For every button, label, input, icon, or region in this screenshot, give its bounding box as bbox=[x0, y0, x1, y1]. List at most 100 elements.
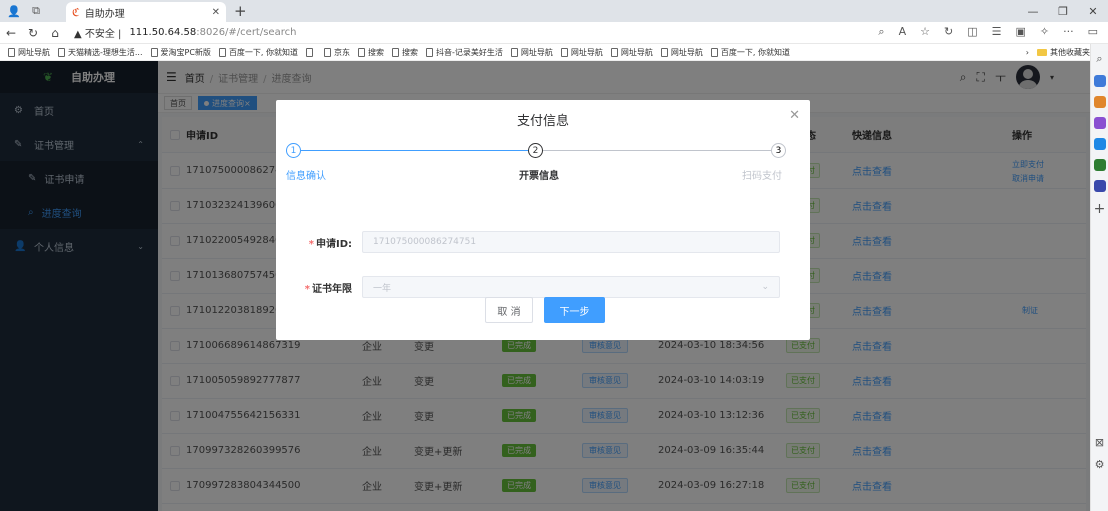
bookmark-label: 百度一下, 你就知道 bbox=[228, 47, 299, 57]
edge-feedback-icon[interactable]: ⊠ bbox=[1095, 436, 1104, 449]
profile-icon[interactable]: 👤 bbox=[6, 3, 22, 19]
apply-id-label: * 申请ID: bbox=[308, 238, 352, 250]
other-bookmarks[interactable]: › 其他收藏夹 bbox=[1019, 44, 1090, 60]
bookmark-item[interactable]: 爱淘宝PC新版 bbox=[150, 47, 211, 58]
bookmark-label: 天猫精选-理想生活... bbox=[68, 47, 143, 57]
folder-icon bbox=[1037, 49, 1047, 56]
bookmark-item[interactable]: 搜索 bbox=[358, 47, 384, 58]
cert-years-select[interactable]: 一年 ⌄ bbox=[362, 276, 780, 298]
edge-people-icon[interactable] bbox=[1093, 117, 1106, 129]
apply-id-input[interactable]: 171075000086274751 bbox=[362, 231, 780, 253]
close-window-icon[interactable]: ✕ bbox=[1078, 5, 1108, 18]
collections-icon[interactable]: ⧉ bbox=[28, 3, 44, 19]
bookmark-item[interactable]: 网址导航 bbox=[660, 47, 703, 58]
apply-id-value: 171075000086274751 bbox=[373, 237, 477, 247]
refresh-circle-icon[interactable]: ↻ bbox=[944, 25, 953, 39]
search-icon[interactable]: ⌕ bbox=[878, 25, 884, 39]
back-icon[interactable]: ← bbox=[0, 26, 22, 40]
steps: 1 2 3 信息确认 开票信息 扫码支付 bbox=[286, 143, 796, 183]
payment-dialog: 支付信息 ✕ 1 2 3 信息确认 开票信息 扫码支付 * 申请ID: 17107… bbox=[276, 100, 810, 340]
address-bar-actions: ⌕ A ☆ ↻ ◫ ☰ ▣ ✧ ··· ▭ bbox=[878, 25, 1098, 39]
step-3-label: 扫码支付 bbox=[742, 171, 782, 182]
extensions-icon[interactable]: ✧ bbox=[1040, 25, 1049, 39]
page-icon bbox=[58, 47, 65, 57]
chevron-right-icon[interactable]: › bbox=[1026, 48, 1029, 57]
step-2-label: 开票信息 bbox=[519, 171, 559, 182]
insecure-label: 不安全 bbox=[84, 29, 115, 40]
dialog-title: 支付信息 bbox=[516, 114, 569, 129]
edge-shopping-icon[interactable] bbox=[1093, 96, 1106, 108]
edge-search-icon[interactable]: ⌕ bbox=[1096, 52, 1102, 66]
sidebar-toggle-icon[interactable]: ▭ bbox=[1088, 25, 1098, 39]
edge-office-icon[interactable] bbox=[1093, 180, 1106, 192]
bookmark-item[interactable]: 百度一下, 你就知道 bbox=[710, 47, 791, 58]
bookmark-label: 百度一下, 你就知道 bbox=[720, 47, 791, 57]
step-2-circle: 2 bbox=[528, 143, 543, 158]
step-3-circle: 3 bbox=[771, 143, 786, 158]
bookmark-label: 网址导航 bbox=[18, 47, 50, 57]
bookmark-item[interactable]: 网址导航 bbox=[560, 47, 603, 58]
edge-add-icon[interactable]: + bbox=[1094, 201, 1106, 217]
page-icon bbox=[392, 47, 400, 57]
bookmark-label: 京东 bbox=[334, 47, 351, 57]
bookmark-item[interactable]: 搜索 bbox=[392, 47, 418, 58]
url-host: 111.50.64.58 bbox=[129, 27, 197, 38]
page-icon bbox=[610, 47, 618, 57]
page-icon bbox=[426, 47, 434, 57]
bookmarks-bar: 网址导航 天猫精选-理想生活... 爱淘宝PC新版 百度一下, 你就知道 京东 搜索 搜索 抖… bbox=[0, 44, 1090, 61]
bookmark-item[interactable]: 天猫精选-理想生活... bbox=[58, 47, 143, 58]
edge-excel-icon[interactable] bbox=[1093, 159, 1106, 171]
bookmark-item[interactable]: 抖音-记录美好生活 bbox=[426, 47, 503, 58]
refresh-icon[interactable]: ↻ bbox=[22, 26, 44, 40]
restore-icon[interactable]: ❐ bbox=[1048, 5, 1078, 18]
bookmark-label: 网址导航 bbox=[670, 47, 703, 57]
more-icon[interactable]: ··· bbox=[1063, 25, 1074, 39]
url-field[interactable]: 111.50.64.58:8026/#/cert/search bbox=[129, 27, 296, 38]
step-2-line bbox=[543, 150, 771, 151]
page-icon bbox=[560, 47, 568, 57]
bookmark-item[interactable]: 京东 bbox=[324, 47, 350, 58]
page-icon bbox=[324, 47, 332, 57]
page-icon bbox=[510, 47, 518, 57]
new-tab-icon[interactable]: + bbox=[234, 2, 247, 20]
next-step-button[interactable]: 下一步 bbox=[544, 297, 605, 323]
cancel-button[interactable]: 取 消 bbox=[485, 297, 533, 323]
cert-years-label: * 证书年限 bbox=[304, 283, 352, 295]
browser-tab[interactable]: ℭ 自助办理 ✕ bbox=[66, 2, 226, 22]
bookmark-item[interactable]: 百度一下, 你就知道 bbox=[218, 47, 299, 58]
chevron-down-icon: ⌄ bbox=[761, 282, 769, 292]
bookmark-item[interactable]: 网址导航 bbox=[8, 47, 50, 58]
form-row-cert-years: * 证书年限 一年 ⌄ bbox=[300, 276, 780, 298]
form-row-apply-id: * 申请ID: 171075000086274751 bbox=[300, 231, 780, 253]
bookmark-item[interactable] bbox=[306, 47, 316, 57]
collections-button-icon[interactable]: ▣ bbox=[1015, 25, 1025, 39]
bookmark-item[interactable]: 网址导航 bbox=[610, 47, 653, 58]
page-icon bbox=[660, 47, 668, 57]
favorites-icon[interactable]: ☰ bbox=[992, 25, 1002, 39]
bookmark-label: 搜索 bbox=[402, 47, 419, 57]
home-icon[interactable]: ⌂ bbox=[44, 26, 66, 40]
bookmark-label: 搜索 bbox=[368, 47, 385, 57]
step-1-line bbox=[301, 150, 528, 151]
tab-title: 自助办理 bbox=[84, 8, 125, 20]
edge-outlook-icon[interactable] bbox=[1093, 138, 1106, 150]
window-controls: — ❐ ✕ bbox=[1018, 0, 1108, 22]
cert-years-value: 一年 bbox=[373, 283, 392, 294]
close-icon[interactable]: ✕ bbox=[789, 108, 800, 123]
insecure-warning[interactable]: ▲ 不安全 | bbox=[74, 25, 121, 40]
url-path: :8026/#/cert/search bbox=[196, 27, 297, 38]
page-icon bbox=[306, 47, 314, 57]
step-1-label: 信息确认 bbox=[286, 171, 326, 182]
bookmark-label: 爱淘宝PC新版 bbox=[160, 47, 211, 57]
minimize-icon[interactable]: — bbox=[1018, 5, 1048, 18]
edge-app-icon[interactable] bbox=[1093, 75, 1106, 87]
edge-settings-icon[interactable]: ⚙ bbox=[1095, 458, 1105, 471]
bookmark-label: 抖音-记录美好生活 bbox=[436, 47, 503, 57]
browser-tab-strip: 👤 ⧉ ℭ 自助办理 ✕ + — ❐ ✕ bbox=[0, 0, 1108, 22]
close-tab-icon[interactable]: ✕ bbox=[212, 7, 220, 18]
read-aloud-icon[interactable]: A bbox=[899, 25, 907, 39]
split-screen-icon[interactable]: ◫ bbox=[967, 25, 977, 39]
favorite-star-icon[interactable]: ☆ bbox=[920, 25, 930, 39]
bookmark-item[interactable]: 网址导航 bbox=[510, 47, 553, 58]
address-bar: ← ↻ ⌂ ▲ 不安全 | 111.50.64.58:8026/#/cert/s… bbox=[0, 22, 1108, 44]
